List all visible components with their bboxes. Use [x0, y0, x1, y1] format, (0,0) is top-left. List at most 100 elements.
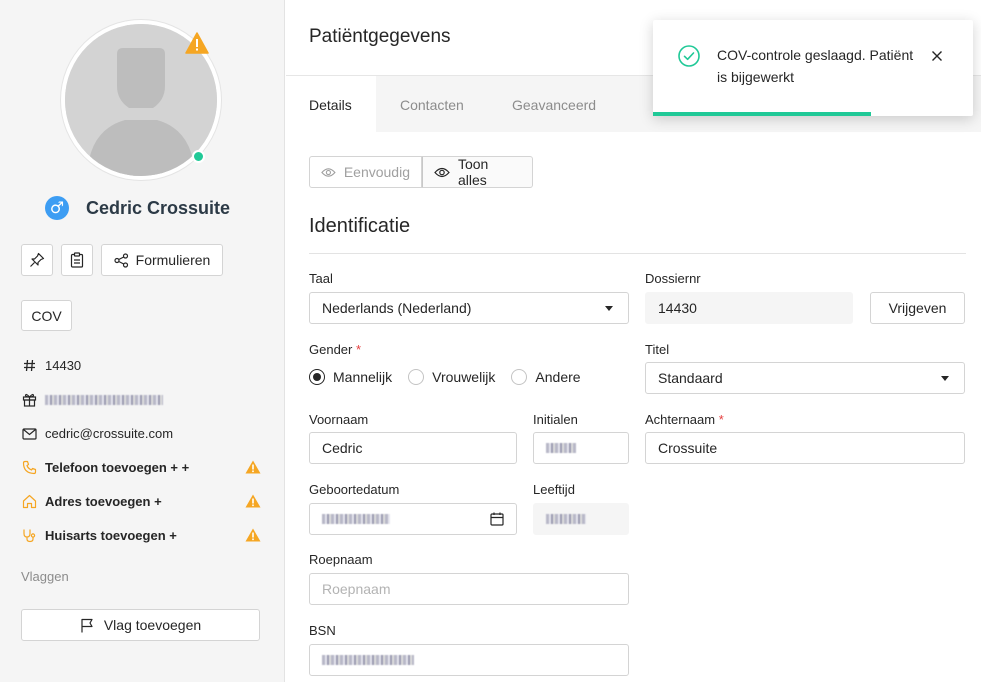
firstname-input[interactable]: Cedric [309, 432, 517, 464]
close-icon[interactable] [929, 48, 945, 64]
title-select[interactable]: Standaard [645, 362, 965, 394]
bsn-redacted [322, 655, 414, 665]
nickname-input[interactable]: Roepnaam [309, 573, 629, 605]
firstname-value: Cedric [322, 440, 363, 456]
forms-button-label: Formulieren [135, 252, 211, 268]
bsn-input[interactable] [309, 644, 629, 676]
birthdate-redacted [45, 394, 163, 405]
add-gp-label: Huisarts toevoegen + [45, 528, 177, 543]
male-gender-icon: ♂ [45, 196, 69, 220]
tab-contacts[interactable]: Contacten [377, 76, 487, 133]
flag-icon [81, 618, 93, 632]
title-value: Standaard [658, 370, 723, 386]
email-text: cedric@crossuite.com [45, 426, 174, 441]
gender-radio-male[interactable]: Mannelijk [309, 369, 392, 385]
view-toggle: Eenvoudig Toon alles [309, 156, 533, 188]
simple-view-label: Eenvoudig [343, 164, 410, 180]
gender-radio-female[interactable]: Vrouwelijk [408, 369, 495, 385]
tab-details[interactable]: Details [286, 76, 376, 133]
title-label: Titel [645, 342, 670, 357]
pin-button[interactable] [21, 244, 53, 276]
gift-icon [21, 392, 37, 408]
lastname-value: Crossuite [658, 440, 718, 456]
radio-button[interactable] [309, 369, 325, 385]
gender-label-text: Gender [309, 342, 353, 357]
gender-radio-group: Mannelijk Vrouwelijk Andere [309, 369, 597, 385]
add-gp-item[interactable]: Huisarts toevoegen + [21, 526, 261, 545]
add-phone-item[interactable]: Telefoon toevoegen + + [21, 458, 261, 477]
dossier-field: 14430 [645, 292, 853, 324]
simple-view-button[interactable]: Eenvoudig [309, 156, 422, 188]
add-flag-label: Vlag toevoegen [103, 617, 202, 633]
email-item[interactable]: cedric@crossuite.com [21, 424, 261, 443]
initials-redacted [546, 443, 576, 453]
initials-input[interactable] [533, 432, 629, 464]
add-phone-label: Telefoon toevoegen + + [45, 460, 190, 475]
success-toast: COV-controle geslaagd. Patiënt is bijgew… [653, 20, 973, 116]
lastname-label-text: Achternaam [645, 412, 716, 427]
stethoscope-icon [21, 528, 37, 544]
radio-button[interactable] [511, 369, 528, 385]
hash-icon [21, 358, 37, 374]
section-divider [309, 253, 966, 254]
required-mark: * [718, 412, 724, 427]
online-status-dot [192, 150, 205, 163]
home-icon [21, 494, 37, 510]
clipboard-button[interactable] [61, 244, 93, 276]
mail-icon [21, 426, 37, 442]
check-circle-icon [677, 44, 701, 73]
warning-icon [245, 460, 261, 477]
cov-button[interactable]: COV [21, 300, 72, 331]
section-title-identification: Identificatie [309, 215, 411, 237]
gender-option-label: Mannelijk [333, 369, 393, 385]
birthdate-redacted [322, 514, 390, 524]
bsn-label: BSN [309, 623, 336, 638]
toast-message: COV-controle geslaagd. Patiënt is bijgew… [717, 47, 914, 85]
pin-icon [30, 252, 45, 267]
caret-down-icon [941, 376, 949, 381]
firstname-label: Voornaam [309, 412, 369, 427]
share-icon [114, 252, 128, 268]
dossier-number-item: 14430 [21, 356, 261, 375]
add-flag-button[interactable]: Vlag toevoegen [21, 609, 260, 641]
clipboard-icon [70, 252, 84, 268]
nickname-label: Roepnaam [309, 552, 373, 567]
gender-radio-other[interactable]: Andere [511, 369, 581, 385]
show-all-button[interactable]: Toon alles [422, 156, 533, 188]
age-field [533, 503, 629, 535]
calendar-icon[interactable] [490, 512, 504, 529]
page-title: Patiëntgegevens [309, 26, 451, 47]
caret-down-icon [605, 306, 613, 311]
gender-option-label: Andere [535, 369, 581, 385]
tab-advanced[interactable]: Geavanceerd [489, 76, 619, 133]
lastname-input[interactable]: Crossuite [645, 432, 965, 464]
patient-sidebar: ♂ Cedric Crossuite Formulieren COV 14430… [0, 0, 285, 682]
release-button[interactable]: Vrijgeven [870, 292, 965, 324]
eye-icon [434, 167, 450, 177]
initials-label: Initialen [533, 412, 578, 427]
show-all-label: Toon alles [457, 156, 489, 188]
birthdate-label: Geboortedatum [309, 482, 400, 497]
patient-name: Cedric Crossuite [86, 197, 231, 218]
age-label: Leeftijd [533, 482, 575, 497]
language-value: Nederlands (Nederland) [322, 300, 472, 316]
warning-icon [245, 528, 261, 545]
dossier-number: 14430 [45, 358, 82, 373]
gender-label: Gender * [309, 342, 361, 357]
dossier-label: Dossiernr [645, 271, 701, 286]
language-select[interactable]: Nederlands (Nederland) [309, 292, 629, 324]
birthdate-input[interactable] [309, 503, 517, 535]
warning-icon [245, 494, 261, 511]
forms-button[interactable]: Formulieren [101, 244, 223, 276]
toast-progress-bar [653, 112, 871, 116]
patient-name-row: ♂ Cedric Crossuite [45, 196, 230, 220]
radio-button[interactable] [408, 369, 425, 385]
required-mark: * [356, 342, 362, 357]
age-redacted [546, 514, 586, 524]
phone-icon [21, 460, 37, 476]
birthday-item [21, 390, 261, 409]
add-address-item[interactable]: Adres toevoegen + [21, 492, 261, 511]
add-address-label: Adres toevoegen + [45, 494, 162, 509]
gender-option-label: Vrouwelijk [432, 369, 496, 385]
warning-icon [185, 32, 209, 59]
